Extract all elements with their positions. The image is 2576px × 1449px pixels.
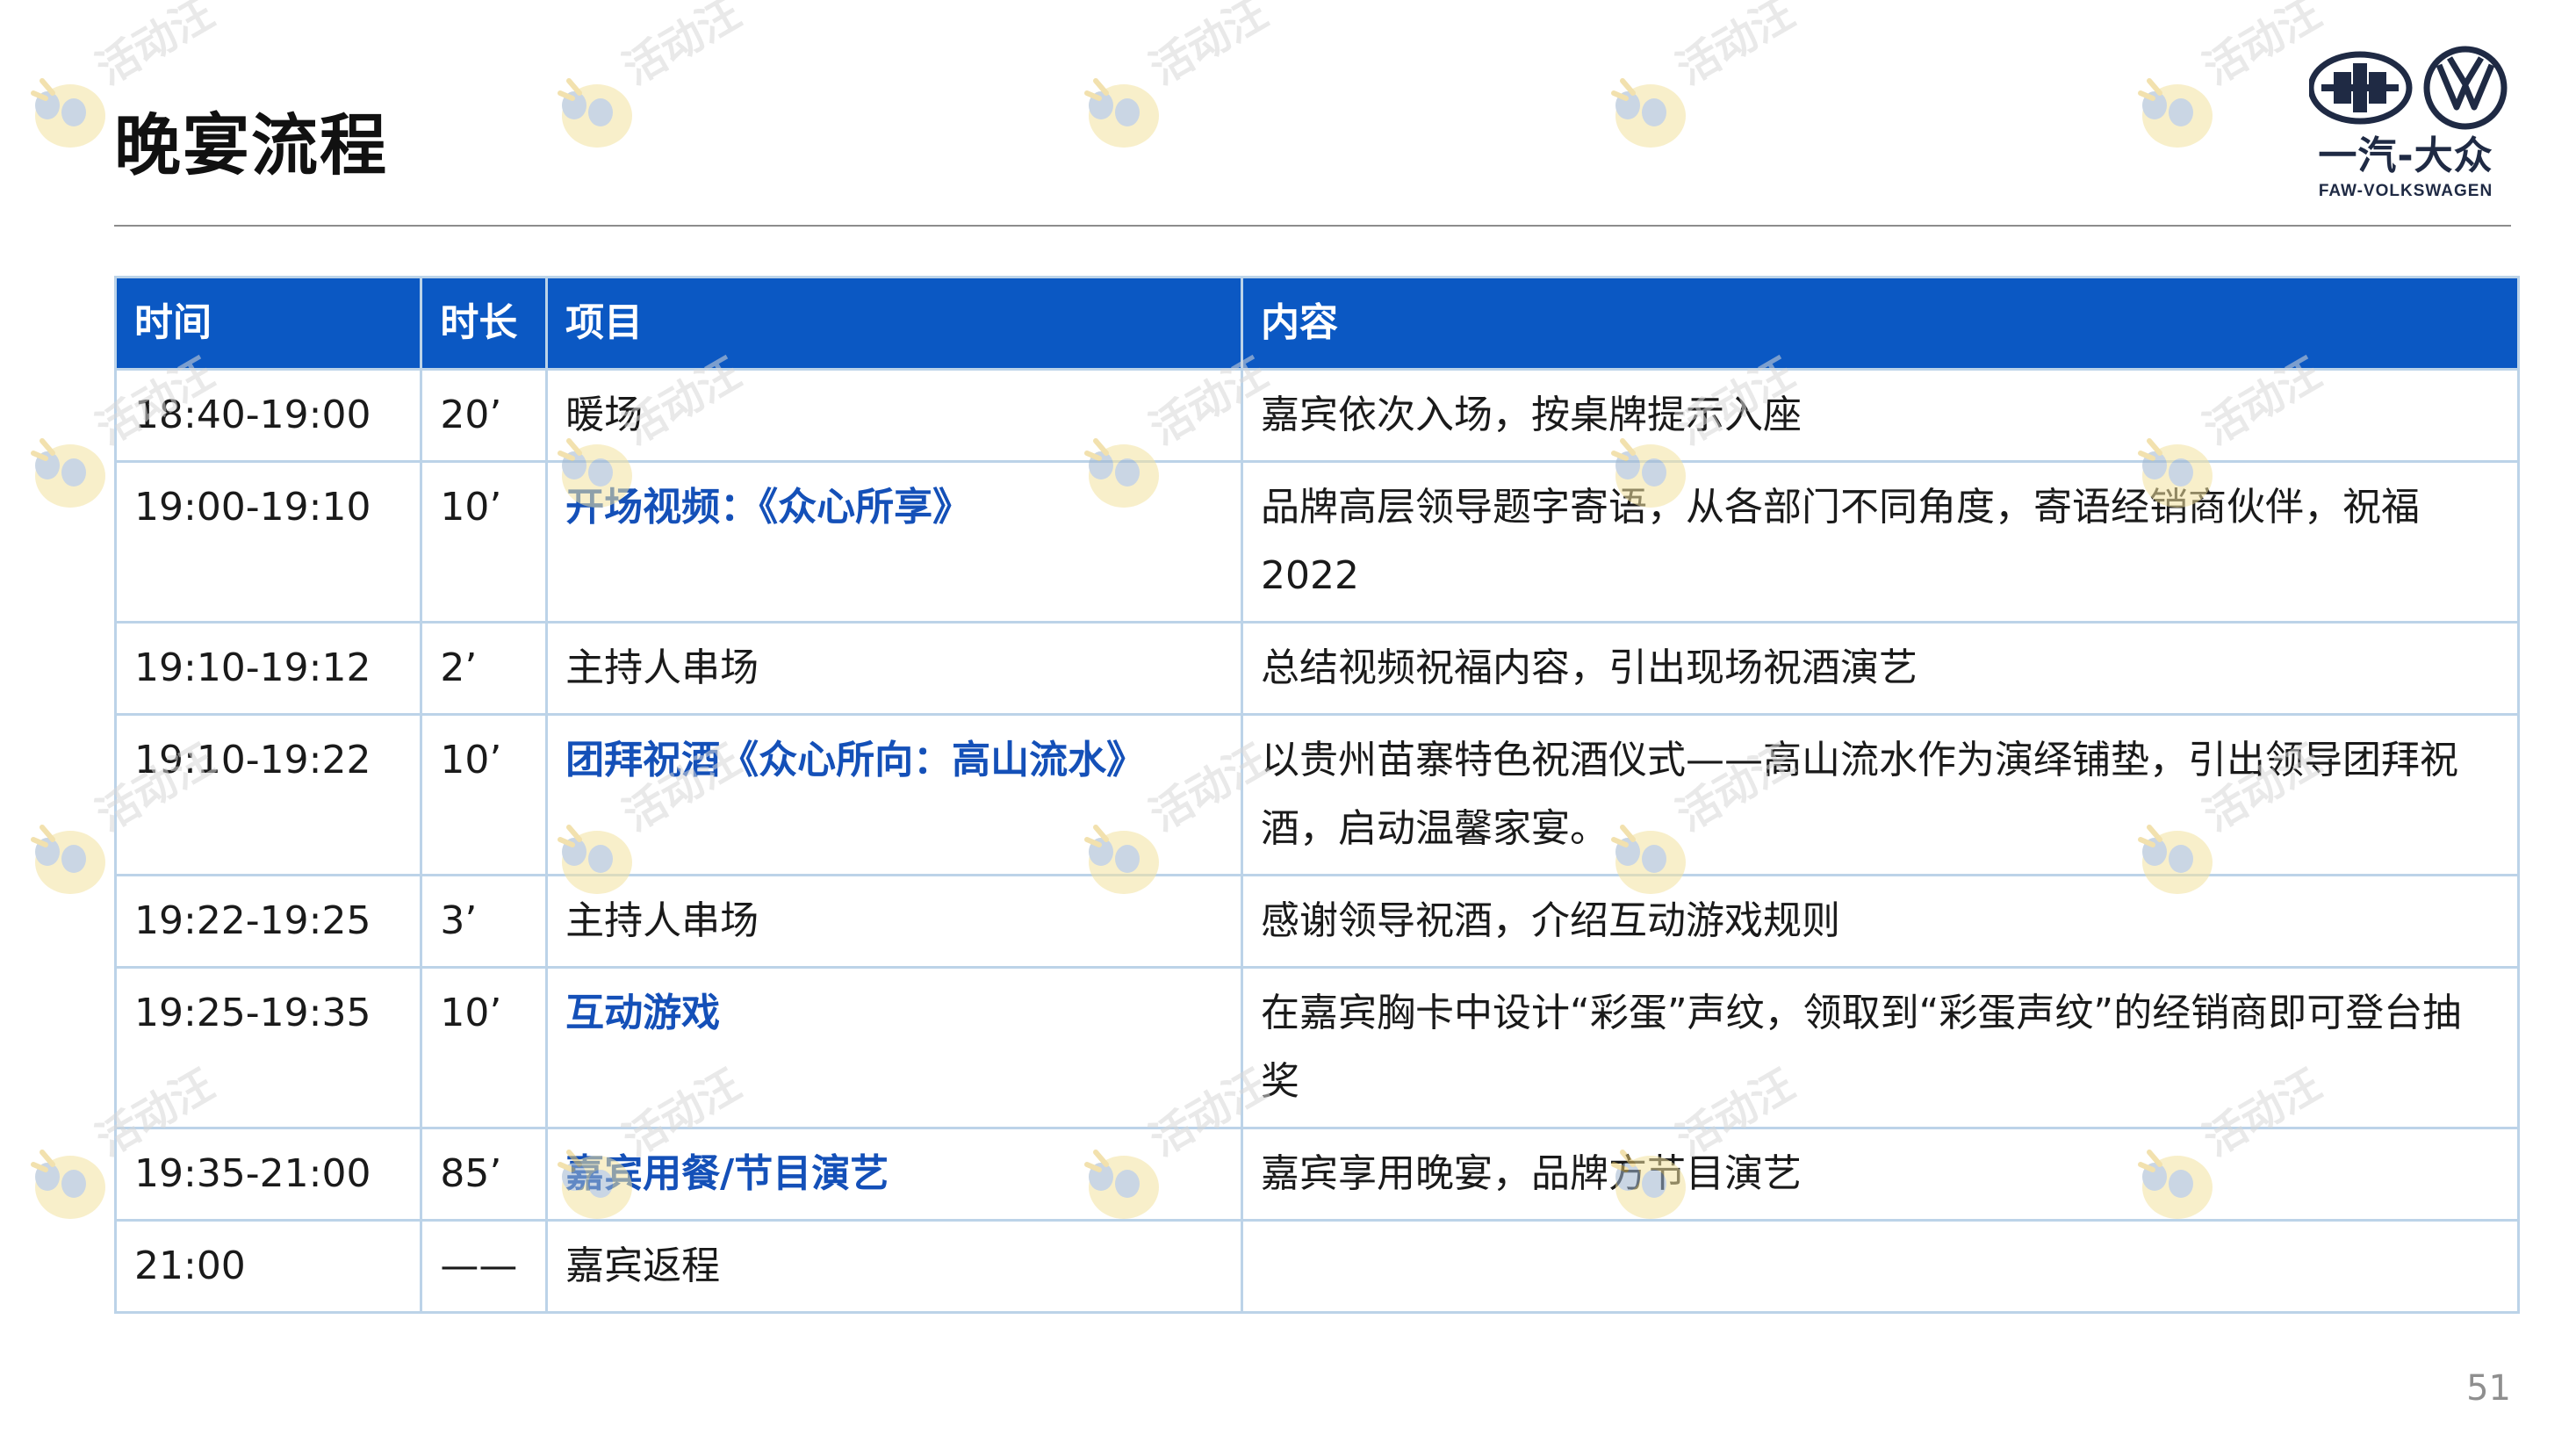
cell-item: 主持人串场 xyxy=(545,621,1244,716)
cell-duration: 20’ xyxy=(420,368,549,463)
table-row: 19:10-19:12 2’ 主持人串场 总结视频祝福内容，引出现场祝酒演艺 xyxy=(113,621,2520,716)
header-item: 项目 xyxy=(545,276,1244,371)
table-row: 18:40-19:00 20’ 暖场 嘉宾依次入场，按桌牌提示入座 xyxy=(113,368,2520,463)
table-row: 19:35-21:00 85’ 嘉宾用餐/节目演艺 嘉宾享用晚宴，品牌方节目演艺 xyxy=(113,1127,2520,1222)
watermark: 活动汪 xyxy=(1071,0,1299,158)
cell-item: 团拜祝酒《众心所向：高山流水》 xyxy=(545,713,1244,876)
mascot-icon xyxy=(31,438,105,508)
mascot-icon xyxy=(1084,78,1159,148)
logo-en-text: FAW-VOLKSWAGEN xyxy=(2318,182,2493,200)
cell-item: 嘉宾用餐/节目演艺 xyxy=(545,1127,1244,1222)
cell-duration: 2’ xyxy=(420,621,549,716)
logo-cn-text: 一汽-大众 xyxy=(2318,133,2493,178)
cell-time: 18:40-19:00 xyxy=(113,368,423,463)
watermark: 活动汪 xyxy=(544,0,773,158)
cell-item: 互动游戏 xyxy=(545,966,1244,1129)
mascot-icon xyxy=(31,1150,105,1219)
brand-logo: 一汽-大众 FAW-VOLKSWAGEN xyxy=(2300,46,2511,204)
faw-vw-logo-icon xyxy=(2309,46,2508,130)
table-row: 19:10-19:22 10’ 团拜祝酒《众心所向：高山流水》 以贵州苗寨特色祝… xyxy=(113,713,2520,876)
cell-content: 嘉宾依次入场，按桌牌提示入座 xyxy=(1241,368,2520,463)
cell-time: 19:35-21:00 xyxy=(113,1127,423,1222)
mascot-icon xyxy=(31,825,105,894)
cell-duration: 85’ xyxy=(420,1127,549,1222)
table-row: 19:00-19:10 10’ 开场视频：《众心所享》 品牌高层领导题字寄语，从… xyxy=(113,460,2520,624)
cell-time: 19:00-19:10 xyxy=(113,460,423,624)
cell-content xyxy=(1241,1219,2520,1314)
header-time: 时间 xyxy=(113,276,423,371)
watermark-text: 活动汪 xyxy=(1668,0,1803,95)
cell-time: 19:25-19:35 xyxy=(113,966,423,1129)
watermark-text: 活动汪 xyxy=(88,0,223,95)
cell-duration: —— xyxy=(420,1219,549,1314)
mascot-icon xyxy=(2138,78,2213,148)
slide-title: 晚宴流程 xyxy=(114,106,388,184)
cell-content: 感谢领导祝酒，介绍互动游戏规则 xyxy=(1241,874,2520,969)
cell-item: 主持人串场 xyxy=(545,874,1244,969)
mascot-icon xyxy=(31,78,105,148)
watermark-text: 活动汪 xyxy=(615,0,750,95)
cell-item: 嘉宾返程 xyxy=(545,1219,1244,1314)
watermark: 活动汪 xyxy=(1598,0,1826,158)
page-number: 51 xyxy=(2466,1368,2511,1409)
table-row: 21:00 —— 嘉宾返程 xyxy=(113,1219,2520,1314)
table-header-row: 时间 时长 项目 内容 xyxy=(113,276,2520,371)
table-row: 19:25-19:35 10’ 互动游戏 在嘉宾胸卡中设计“彩蛋”声纹，领取到“… xyxy=(113,966,2520,1129)
cell-content: 总结视频祝福内容，引出现场祝酒演艺 xyxy=(1241,621,2520,716)
mascot-icon xyxy=(1611,78,1686,148)
cell-content: 以贵州苗寨特色祝酒仪式——高山流水作为演绎铺垫，引出领导团拜祝酒，启动温馨家宴。 xyxy=(1241,713,2520,876)
cell-time: 21:00 xyxy=(113,1219,423,1314)
cell-duration: 10’ xyxy=(420,713,549,876)
cell-content: 品牌高层领导题字寄语，从各部门不同角度，寄语经销商伙伴，祝福2022 xyxy=(1241,460,2520,624)
cell-duration: 3’ xyxy=(420,874,549,969)
header-content: 内容 xyxy=(1241,276,2520,371)
cell-duration: 10’ xyxy=(420,460,549,624)
mascot-icon xyxy=(558,78,632,148)
cell-duration: 10’ xyxy=(420,966,549,1129)
table-row: 19:22-19:25 3’ 主持人串场 感谢领导祝酒，介绍互动游戏规则 xyxy=(113,874,2520,969)
cell-time: 19:10-19:12 xyxy=(113,621,423,716)
header-duration: 时长 xyxy=(420,276,549,371)
schedule-table: 时间 时长 项目 内容 18:40-19:00 20’ 暖场 嘉宾依次入场，按桌… xyxy=(113,276,2520,1314)
title-divider xyxy=(114,225,2511,227)
cell-time: 19:10-19:22 xyxy=(113,713,423,876)
cell-item: 暖场 xyxy=(545,368,1244,463)
watermark-text: 活动汪 xyxy=(1141,0,1277,95)
cell-time: 19:22-19:25 xyxy=(113,874,423,969)
cell-content: 嘉宾享用晚宴，品牌方节目演艺 xyxy=(1241,1127,2520,1222)
cell-item: 开场视频：《众心所享》 xyxy=(545,460,1244,624)
cell-content: 在嘉宾胸卡中设计“彩蛋”声纹，领取到“彩蛋声纹”的经销商即可登台抽奖 xyxy=(1241,966,2520,1129)
